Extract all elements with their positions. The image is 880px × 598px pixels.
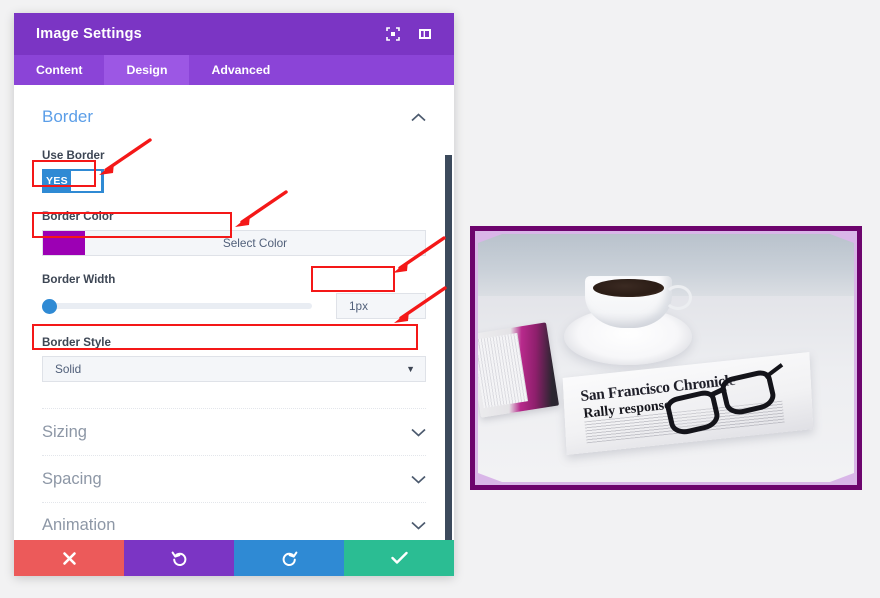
border-style-label: Border Style: [42, 336, 111, 349]
redo-icon: [282, 551, 297, 566]
panel-tabs: Content Design Advanced: [14, 55, 454, 85]
border-width-row: 1px: [42, 293, 426, 319]
field-border-color: Border Color Select Color: [42, 210, 426, 256]
undo-button[interactable]: [124, 540, 234, 576]
check-icon: [390, 551, 408, 564]
field-border-style: Border Style Solid ▼: [42, 336, 426, 382]
chevron-down-icon[interactable]: [411, 423, 426, 442]
undo-icon: [171, 551, 186, 566]
chevron-down-icon[interactable]: [411, 516, 426, 535]
tab-design[interactable]: Design: [104, 55, 190, 85]
photo-cup-handle: [664, 284, 693, 310]
preview-photo: San Francisco Chronicle Rally response: [478, 234, 854, 482]
section-label-sizing: Sizing: [42, 422, 87, 441]
use-border-toggle[interactable]: YES: [42, 169, 104, 193]
section-header-animation[interactable]: Animation: [42, 502, 426, 540]
border-color-picker[interactable]: Select Color: [42, 230, 426, 256]
focus-icon[interactable]: [380, 21, 406, 47]
border-style-select[interactable]: Solid ▼: [42, 356, 426, 382]
border-style-value: Solid: [55, 362, 82, 376]
panel-body: Border Use Border YES Border Color Selec…: [14, 85, 454, 540]
border-width-input[interactable]: 1px: [336, 293, 426, 319]
scrollbar-thumb[interactable]: [445, 155, 452, 540]
save-button[interactable]: [344, 540, 454, 576]
chevron-up-icon[interactable]: [411, 107, 426, 127]
image-settings-panel: Image Settings Content Design Advanced B…: [14, 13, 454, 576]
select-color-button[interactable]: Select Color: [85, 231, 425, 255]
chevron-down-icon[interactable]: ▼: [406, 364, 415, 374]
tab-advanced[interactable]: Advanced: [189, 55, 292, 85]
field-border-width: Border Width 1px: [42, 273, 426, 319]
tab-content[interactable]: Content: [14, 55, 104, 85]
photo-coffee-liquid: [592, 278, 665, 298]
toggle-knob[interactable]: [71, 171, 101, 191]
color-swatch[interactable]: [43, 231, 85, 255]
section-label-spacing: Spacing: [42, 469, 102, 488]
image-preview-frame: San Francisco Chronicle Rally response: [470, 226, 862, 490]
section-header-spacing[interactable]: Spacing: [42, 455, 426, 502]
collapsed-sections: Sizing Spacing Animation: [42, 408, 426, 540]
section-label-animation: Animation: [42, 516, 116, 534]
toggle-value-label: YES: [46, 175, 68, 187]
layout-panel-icon[interactable]: [412, 21, 438, 47]
border-width-slider[interactable]: [42, 293, 336, 319]
redo-button[interactable]: [234, 540, 344, 576]
border-color-label: Border Color: [42, 210, 114, 223]
chevron-down-icon[interactable]: [411, 470, 426, 489]
cancel-button[interactable]: [14, 540, 124, 576]
panel-scrollbar[interactable]: [444, 85, 454, 540]
page-title: Image Settings: [36, 26, 142, 42]
use-border-label: Use Border: [42, 149, 105, 162]
panel-header: Image Settings: [14, 13, 454, 55]
section-header-border[interactable]: Border: [42, 107, 426, 127]
slider-handle[interactable]: [42, 298, 57, 314]
panel-footer: [14, 540, 454, 576]
slider-track[interactable]: [42, 303, 312, 309]
close-icon: [62, 551, 76, 565]
border-width-label: Border Width: [42, 273, 116, 286]
image-preview-inner-frame: San Francisco Chronicle Rally response: [475, 231, 857, 485]
section-header-sizing[interactable]: Sizing: [42, 408, 426, 455]
field-use-border: Use Border YES: [42, 149, 426, 193]
section-title-label: Border: [42, 107, 94, 126]
